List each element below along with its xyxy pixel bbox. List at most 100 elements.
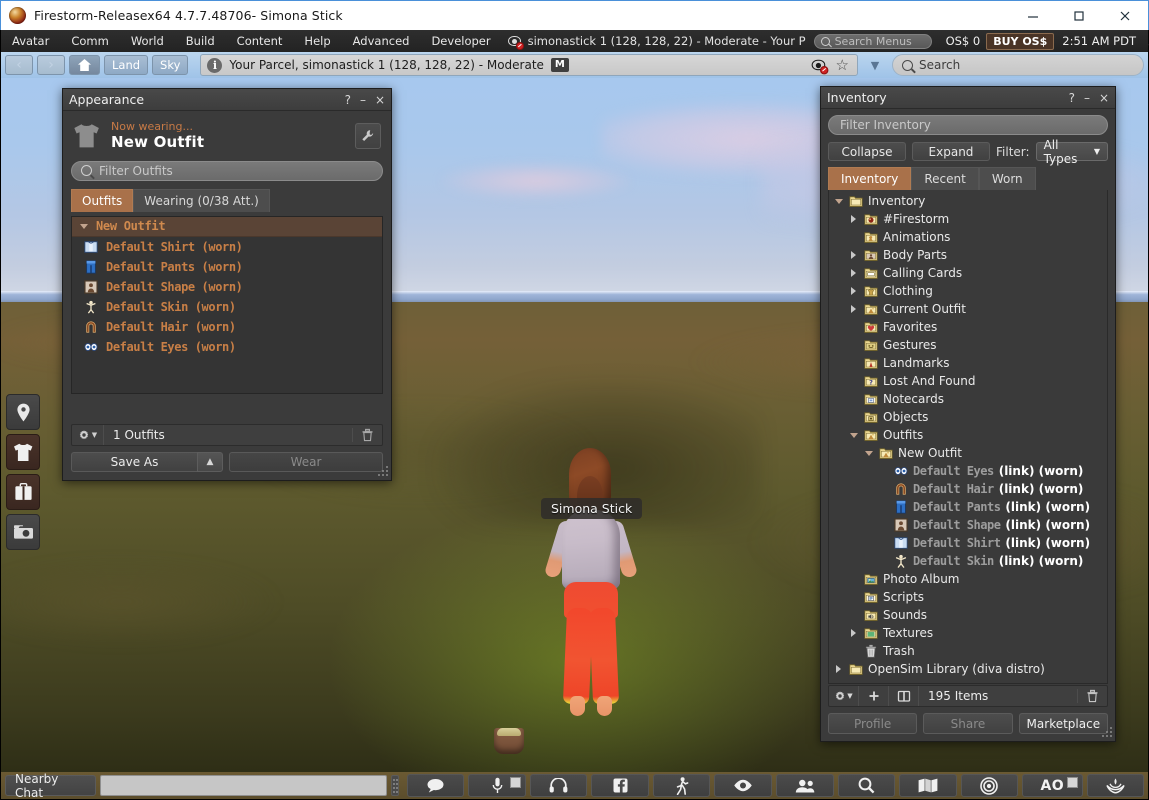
inventory-tree-row[interactable]: Sounds <box>829 606 1107 624</box>
menu-advanced[interactable]: Advanced <box>342 30 421 52</box>
inventory-filter-input[interactable]: Filter Inventory <box>828 115 1108 135</box>
tab-worn[interactable]: Worn <box>978 167 1036 190</box>
inventory-tree-row[interactable]: #Firestorm <box>829 210 1107 228</box>
help-button[interactable]: ? <box>1069 92 1075 104</box>
inventory-tree-row[interactable]: Clothing <box>829 282 1107 300</box>
minimize-button[interactable]: – <box>360 94 366 106</box>
profile-button[interactable]: Profile <box>828 713 918 734</box>
menu-build[interactable]: Build <box>175 30 226 52</box>
inventory-tree[interactable]: Inventory #Firestorm Animations Body Parts C… <box>828 190 1108 684</box>
inventory-tree-row[interactable]: Notecards <box>829 390 1107 408</box>
inventory-tree-row[interactable]: Default Shirt (link) (worn) <box>829 534 1107 552</box>
outfit-options-gear-button[interactable]: ▼ <box>72 425 104 445</box>
outfit-item[interactable]: Default Shirt (worn) <box>72 237 382 257</box>
save-as-menu-button[interactable]: ▲ <box>197 452 223 472</box>
speak-button[interactable] <box>468 774 526 797</box>
inventory-tree-row[interactable]: Favorites <box>829 318 1107 336</box>
close-button[interactable]: × <box>1099 92 1109 104</box>
chevron-down-icon[interactable] <box>833 198 844 204</box>
appearance-floater[interactable]: Appearance ? – × Now wearing... New Outf… <box>62 88 392 481</box>
share-button[interactable]: Share <box>923 713 1013 734</box>
chevron-right-icon[interactable] <box>848 629 859 637</box>
inventory-tree-row[interactable]: Trash <box>829 642 1107 660</box>
wear-button[interactable]: Wear <box>229 452 383 472</box>
location-history-dropdown[interactable]: ▼ <box>862 55 888 75</box>
inventory-tree-row[interactable]: Outfits <box>829 426 1107 444</box>
world-map-button[interactable] <box>899 774 957 797</box>
view-button[interactable] <box>714 774 772 797</box>
menu-world[interactable]: World <box>120 30 175 52</box>
edit-outfit-button[interactable] <box>355 122 381 149</box>
inventory-tree-row[interactable]: Default Eyes (link) (worn) <box>829 462 1107 480</box>
inventory-tree-row[interactable]: Animations <box>829 228 1107 246</box>
inventory-options-gear-button[interactable]: ▼ <box>829 686 859 706</box>
favorite-star-icon[interactable]: ☆ <box>836 57 849 73</box>
marketplace-button[interactable]: Marketplace <box>1018 713 1108 734</box>
minimize-button[interactable]: – <box>1084 92 1090 104</box>
inventory-tree-row[interactable]: Textures <box>829 624 1107 642</box>
phoenix-button[interactable] <box>1086 774 1145 797</box>
outfit-item[interactable]: Default Hair (worn) <box>72 317 382 337</box>
tab-wearing[interactable]: Wearing (0/38 Att.) <box>133 188 270 212</box>
inventory-tree-row[interactable]: OpenSim Library (diva distro) <box>829 660 1107 678</box>
chat-input[interactable] <box>99 775 388 796</box>
inventory-floater[interactable]: Inventory ? – × Filter Inventory Collaps… <box>820 86 1116 742</box>
chevron-right-icon[interactable] <box>848 287 859 295</box>
chevron-right-icon[interactable] <box>848 251 859 259</box>
inventory-tree-row[interactable]: Photo Album <box>829 570 1107 588</box>
inventory-tree-row[interactable]: Current Outfit <box>829 300 1107 318</box>
appearance-button[interactable] <box>6 434 40 470</box>
inventory-tree-row[interactable]: Default Skin (link) (worn) <box>829 552 1107 570</box>
outfit-item[interactable]: Default Skin (worn) <box>72 297 382 317</box>
world-object-basket[interactable] <box>494 728 524 754</box>
tab-outfits[interactable]: Outfits <box>71 188 134 212</box>
snapshot-button[interactable] <box>6 514 40 550</box>
inventory-tree-row[interactable]: Gestures <box>829 336 1107 354</box>
people-button[interactable] <box>775 774 834 797</box>
appearance-titlebar[interactable]: Appearance ? – × <box>63 89 391 111</box>
menu-content[interactable]: Content <box>226 30 294 52</box>
chevron-right-icon[interactable] <box>848 305 859 313</box>
inventory-tree-row[interactable]: ? Lost And Found <box>829 372 1107 390</box>
tab-inventory[interactable]: Inventory <box>828 167 912 190</box>
inventory-tree-row[interactable]: Objects <box>829 408 1107 426</box>
inventory-tree-row[interactable]: Calling Cards <box>829 264 1107 282</box>
world-search-input[interactable]: Search <box>892 54 1144 76</box>
world-3d-view[interactable]: Simona Stick Appearance ? – × Now wearin… <box>1 78 1148 772</box>
inventory-tree-row[interactable]: Default Pants (link) (worn) <box>829 498 1107 516</box>
speak-checkbox[interactable] <box>509 777 521 788</box>
chevron-right-icon[interactable] <box>833 665 844 673</box>
nav-sky-button[interactable]: Sky <box>152 55 189 75</box>
inventory-button[interactable] <box>6 474 40 510</box>
inventory-titlebar[interactable]: Inventory ? – × <box>821 87 1115 109</box>
avatar-simona-stick[interactable] <box>536 448 646 716</box>
chevron-right-icon[interactable] <box>848 215 859 223</box>
chevron-right-icon[interactable] <box>848 269 859 277</box>
media-note-icon[interactable] <box>1144 33 1149 49</box>
location-bar[interactable]: i Your Parcel, simonastick 1 (128, 128, … <box>200 54 858 76</box>
facebook-button[interactable] <box>591 774 649 797</box>
inventory-tree-row[interactable]: Landmarks <box>829 354 1107 372</box>
menu-developer[interactable]: Developer <box>420 30 501 52</box>
chevron-down-icon[interactable] <box>863 450 874 456</box>
mini-map-button[interactable] <box>960 774 1019 797</box>
window-maximize-button[interactable] <box>1056 1 1102 31</box>
new-inventory-window-button[interactable] <box>889 686 919 706</box>
outfit-list[interactable]: New Outfit Default Shirt (worn) Default … <box>71 215 383 394</box>
nearby-chat-button[interactable]: Nearby Chat <box>5 772 96 800</box>
nav-home-button[interactable] <box>69 55 100 75</box>
window-close-button[interactable] <box>1102 1 1148 31</box>
outfit-item[interactable]: Default Pants (worn) <box>72 257 382 277</box>
search-menus-input[interactable]: Search Menus <box>813 33 932 49</box>
appearance-resize-grip[interactable] <box>377 466 389 478</box>
inventory-tree-row[interactable]: New Outfit <box>829 444 1107 462</box>
no-script-eye-icon[interactable] <box>811 58 828 74</box>
inventory-tree-row[interactable]: Default Hair (link) (worn) <box>829 480 1107 498</box>
search-button[interactable] <box>837 774 896 797</box>
outfit-filter-input[interactable]: Filter Outfits <box>71 160 383 181</box>
inventory-tree-row[interactable]: Default Shape (link) (worn) <box>829 516 1107 534</box>
chevron-down-icon[interactable] <box>80 223 88 229</box>
place-pin-button[interactable] <box>6 394 40 430</box>
nav-forward-button[interactable]: › <box>37 55 65 75</box>
filter-type-select[interactable]: All Types ▼ <box>1035 138 1108 166</box>
